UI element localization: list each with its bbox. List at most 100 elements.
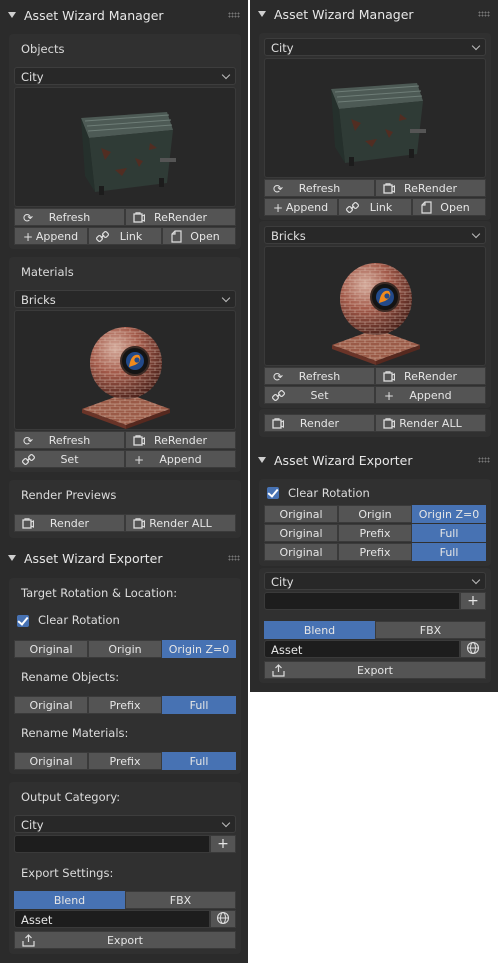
drag-grip-icon[interactable]	[478, 11, 490, 17]
origin-z0-button[interactable]: Origin Z=0	[162, 640, 236, 658]
export-button-compact[interactable]: Export	[264, 661, 486, 679]
rename-objects-prefix-button-compact[interactable]: Prefix	[338, 524, 412, 542]
clear-rotation-checkbox-compact[interactable]	[267, 487, 279, 499]
materials-category-dropdown[interactable]: Bricks	[14, 290, 236, 308]
format-blend-button[interactable]: Blend	[14, 891, 125, 909]
objects-link-button-compact[interactable]: Link	[338, 198, 412, 216]
collapse-arrow-icon[interactable]	[258, 457, 266, 463]
clear-rotation-label-compact: Clear Rotation	[288, 486, 370, 500]
rename-objects-prefix-button[interactable]: Prefix	[88, 696, 162, 714]
origin-origin-button[interactable]: Origin	[88, 640, 162, 658]
export-button[interactable]: Export	[14, 931, 236, 949]
objects-rerender-button-compact[interactable]: ReRender	[375, 179, 486, 197]
objects-link-button[interactable]: Link	[88, 227, 162, 245]
materials-category-dropdown-compact[interactable]: Bricks	[264, 226, 486, 244]
origin-z0-button-compact[interactable]: Origin Z=0	[412, 505, 486, 523]
objects-open-label-compact: Open	[440, 200, 470, 214]
materials-rerender-button[interactable]: ReRender	[125, 431, 236, 449]
objects-open-label: Open	[190, 229, 220, 243]
exporter-panel-header-compact[interactable]: Asset Wizard Exporter	[250, 447, 498, 473]
material-preview-thumbnail[interactable]	[14, 310, 236, 430]
rename-materials-prefix-label: Prefix	[109, 754, 141, 768]
object-preview-thumbnail[interactable]	[14, 87, 236, 207]
drag-grip-icon[interactable]	[228, 555, 240, 561]
new-category-input-compact[interactable]	[264, 592, 460, 610]
brick-material-preview-image	[332, 263, 420, 365]
rename-objects-heading: Rename Objects:	[21, 670, 120, 684]
rename-materials-full-button[interactable]: Full	[162, 752, 236, 770]
rename-materials-prefix-button-compact[interactable]: Prefix	[338, 543, 412, 561]
refresh-icon: ⟳	[22, 210, 34, 225]
render-all-button[interactable]: Render ALL	[125, 514, 236, 532]
objects-refresh-button-compact[interactable]: ⟳ Refresh	[264, 179, 375, 197]
materials-append-label-compact: Append	[409, 388, 452, 402]
rename-objects-original-button[interactable]: Original	[14, 696, 88, 714]
materials-refresh-button-compact[interactable]: ⟳ Refresh	[264, 367, 375, 385]
origin-origin-button-compact[interactable]: Origin	[338, 505, 412, 523]
exporter-panel-header[interactable]: Asset Wizard Exporter	[0, 545, 248, 571]
rename-objects-full-label: Full	[189, 698, 209, 712]
collapse-arrow-icon[interactable]	[258, 11, 266, 17]
objects-box-compact: City ⟳ Refresh ReRender + Append Link Op…	[259, 33, 491, 220]
add-category-button[interactable]: +	[210, 835, 236, 853]
new-category-input[interactable]	[14, 835, 210, 853]
objects-link-label-compact: Link	[369, 200, 393, 214]
rename-objects-prefix-label: Prefix	[109, 698, 141, 712]
format-fbx-button-compact[interactable]: FBX	[375, 621, 486, 639]
output-category-dropdown[interactable]: City	[14, 815, 236, 833]
format-blend-button-compact[interactable]: Blend	[264, 621, 375, 639]
materials-set-label-compact: Set	[310, 388, 329, 402]
render-all-button-compact[interactable]: Render ALL	[375, 414, 486, 432]
format-blend-label-compact: Blend	[303, 623, 336, 637]
materials-set-button[interactable]: Set	[14, 450, 125, 468]
objects-refresh-button[interactable]: ⟳ Refresh	[14, 208, 125, 226]
materials-rerender-button-compact[interactable]: ReRender	[375, 367, 486, 385]
materials-refresh-button[interactable]: ⟳ Refresh	[14, 431, 125, 449]
drag-grip-icon[interactable]	[478, 457, 490, 463]
collapse-arrow-icon[interactable]	[8, 555, 16, 561]
objects-rerender-label-compact: ReRender	[403, 181, 458, 195]
materials-append-button-compact[interactable]: + Append	[375, 386, 486, 404]
output-category-dropdown-compact[interactable]: City	[264, 572, 486, 590]
chevron-down-icon	[221, 818, 231, 828]
render-button[interactable]: Render	[14, 514, 125, 532]
rename-materials-heading: Rename Materials:	[21, 726, 129, 740]
origin-original-button[interactable]: Original	[14, 640, 88, 658]
file-icon	[419, 201, 433, 214]
origin-original-button-compact[interactable]: Original	[264, 505, 338, 523]
output-category-heading: Output Category:	[21, 790, 121, 804]
asset-name-input-compact[interactable]: Asset	[264, 640, 460, 658]
materials-set-button-compact[interactable]: Set	[264, 386, 375, 404]
collapse-arrow-icon[interactable]	[8, 12, 16, 18]
drag-grip-icon[interactable]	[228, 12, 240, 18]
objects-append-button-compact[interactable]: + Append	[264, 198, 338, 216]
rename-materials-original-button-compact[interactable]: Original	[264, 543, 338, 561]
rename-objects-full-button[interactable]: Full	[162, 696, 236, 714]
objects-category-value-compact: City	[271, 41, 294, 55]
manager-panel-header-compact[interactable]: Asset Wizard Manager	[250, 1, 498, 27]
browse-button-compact[interactable]	[460, 640, 486, 658]
format-fbx-button[interactable]: FBX	[125, 891, 236, 909]
clear-rotation-label: Clear Rotation	[38, 613, 120, 627]
rename-materials-prefix-button[interactable]: Prefix	[88, 752, 162, 770]
objects-append-button[interactable]: + Append	[14, 227, 88, 245]
rename-objects-original-button-compact[interactable]: Original	[264, 524, 338, 542]
objects-open-button-compact[interactable]: Open	[412, 198, 486, 216]
object-preview-thumbnail-compact[interactable]	[264, 58, 486, 178]
rename-materials-full-button-compact[interactable]: Full	[412, 543, 486, 561]
clear-rotation-checkbox[interactable]	[17, 615, 29, 627]
materials-append-button[interactable]: + Append	[125, 450, 236, 468]
material-preview-thumbnail-compact[interactable]	[264, 246, 486, 366]
rename-materials-original-button[interactable]: Original	[14, 752, 88, 770]
rename-objects-full-button-compact[interactable]: Full	[412, 524, 486, 542]
asset-name-input[interactable]: Asset	[14, 910, 210, 928]
objects-rerender-button[interactable]: ReRender	[125, 208, 236, 226]
browse-button[interactable]	[210, 910, 236, 928]
manager-panel-header[interactable]: Asset Wizard Manager	[0, 2, 248, 28]
render-button-compact[interactable]: Render	[264, 414, 375, 432]
add-category-button-compact[interactable]: +	[460, 592, 486, 610]
origin-original-label: Original	[29, 642, 73, 656]
objects-category-dropdown[interactable]: City	[14, 67, 236, 85]
objects-category-dropdown-compact[interactable]: City	[264, 38, 486, 56]
objects-open-button[interactable]: Open	[162, 227, 236, 245]
